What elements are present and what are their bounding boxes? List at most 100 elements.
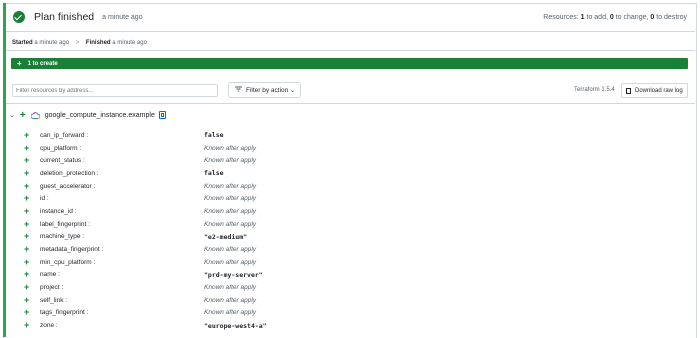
attribute-value: Known after apply (204, 258, 257, 266)
create-plus-icon: + (24, 129, 30, 140)
attribute-key: can_ip_forward : (40, 131, 89, 139)
finished-label: Finished (85, 40, 111, 46)
attribute-value: false (204, 169, 224, 178)
attribute-key: id : (40, 195, 49, 203)
plus-icon: + (17, 58, 22, 68)
terraform-version: Terraform 1.5.4 (574, 87, 615, 93)
attribute-value: Known after apply (204, 220, 257, 228)
create-plus-icon: + (24, 180, 30, 191)
attribute-key: guest_accelerator : (40, 182, 96, 190)
create-plus-icon: + (24, 282, 30, 293)
attribute-row: + metadata_fingerprint : Known after apply (24, 243, 684, 256)
download-raw-log-button[interactable]: Download raw log (621, 83, 688, 98)
resource-address: google_compute_instance.example (44, 111, 155, 119)
create-plus-icon: + (24, 155, 30, 166)
change-label: to change, (615, 13, 649, 21)
attribute-key: cpu_platform : (40, 144, 82, 152)
attribute-key: zone : (40, 322, 58, 330)
attribute-key: instance_id : (40, 207, 77, 215)
attribute-row: + guest_accelerator : Known after apply (24, 180, 684, 193)
attribute-key: min_cpu_platform : (40, 258, 96, 266)
create-plus-icon: + (24, 231, 30, 242)
filter-by-action-dropdown[interactable]: Filter by action ⌄ (228, 82, 301, 98)
plan-status-title: Plan finished (34, 11, 95, 23)
chevron-down-icon[interactable]: ⌄ (9, 111, 15, 119)
create-plus-icon: + (24, 244, 30, 255)
create-plus-icon: + (24, 256, 30, 267)
attribute-list: + can_ip_forward : false + cpu_platform : Kno… (24, 129, 684, 332)
attribute-row: + name : "prd-my-server" (24, 269, 684, 282)
create-plus-icon: + (24, 193, 30, 204)
add-label: to add, (586, 13, 608, 21)
change-count: 0 (609, 13, 614, 21)
attribute-row: + zone : "europe-west4-a" (24, 319, 684, 332)
plan-timing: Started a minute ago > Finished a minute… (12, 40, 147, 46)
attribute-row: + label_fingerprint : Known after apply (24, 218, 684, 231)
attribute-row: + project : Known after apply (24, 281, 684, 294)
attribute-key: tags_fingerprint : (40, 309, 89, 317)
attribute-row: + instance_id : Known after apply (24, 205, 684, 218)
destroy-label: to destroy (656, 13, 687, 21)
attribute-row: + current_status : Known after apply (24, 154, 684, 167)
attribute-key: project : (40, 284, 64, 292)
attribute-key: metadata_fingerprint : (40, 246, 104, 254)
attribute-row: + tags_fingerprint : Known after apply (24, 307, 684, 320)
create-plus-icon: + (24, 167, 30, 178)
plan-header[interactable]: Plan finished a minute ago Resources: 1 … (6, 3, 695, 32)
attribute-value: Known after apply (204, 157, 257, 165)
attribute-row: + can_ip_forward : false (24, 129, 684, 142)
create-summary-label: 1 to create (27, 60, 58, 67)
started-label: Started (12, 40, 33, 46)
attribute-value: "prd-my-server" (204, 270, 263, 279)
filter-resources-input[interactable] (12, 84, 218, 97)
attribute-key: label_fingerprint : (40, 220, 90, 228)
finished-time: a minute ago (112, 40, 147, 46)
create-plus-icon: + (24, 320, 30, 331)
document-icon (626, 87, 631, 94)
attribute-row: + cpu_platform : Known after apply (24, 142, 684, 155)
attribute-value: Known after apply (204, 296, 257, 304)
destroy-count: 0 (650, 13, 655, 21)
toolbar-divider (6, 103, 695, 104)
attribute-value: false (204, 131, 224, 140)
plan-status-time: a minute ago (102, 13, 143, 21)
attribute-value: Known after apply (204, 207, 257, 215)
attribute-value: Known after apply (204, 309, 257, 317)
attribute-row: + id : Known after apply (24, 192, 684, 205)
create-plus-icon: + (24, 142, 30, 153)
create-plus-icon: + (24, 218, 30, 229)
create-plus-icon: + (24, 269, 30, 280)
filter-by-action-label: Filter by action (246, 86, 289, 94)
attribute-key: name : (40, 271, 60, 279)
attribute-value: Known after apply (204, 144, 257, 152)
attribute-key: self_link : (40, 296, 68, 304)
add-count: 1 (580, 13, 585, 21)
attribute-row: + min_cpu_platform : Known after apply (24, 256, 684, 269)
attribute-key: deletion_protection : (40, 169, 99, 177)
header-divider (6, 50, 695, 51)
attribute-value: "e2-medium" (204, 232, 248, 241)
resources-summary: Resources: 1 to add, 0 to change, 0 to d… (543, 14, 687, 21)
attribute-value: Known after apply (204, 284, 257, 292)
create-plus-icon: + (24, 307, 30, 318)
timing-separator: > (75, 40, 80, 46)
resource-row[interactable]: ⌄ + google_compute_instance.example (9, 108, 166, 122)
started-time: a minute ago (34, 40, 70, 46)
copy-icon[interactable] (158, 111, 166, 119)
create-plus-icon: + (24, 294, 30, 305)
check-circle-icon (13, 11, 25, 23)
attribute-row: + deletion_protection : false (24, 167, 684, 180)
download-raw-log-label: Download raw log (635, 87, 683, 94)
attribute-value: "europe-west4-a" (204, 321, 267, 330)
attribute-key: current_status : (40, 157, 85, 165)
filter-lines-icon (235, 86, 242, 94)
attribute-row: + machine_type : "e2-medium" (24, 231, 684, 244)
attribute-value: Known after apply (204, 195, 257, 203)
create-summary-bar[interactable]: + 1 to create (11, 58, 688, 69)
create-plus-icon: + (24, 205, 30, 216)
google-cloud-icon (30, 111, 40, 119)
attribute-value: Known after apply (204, 182, 257, 190)
panel-accent-bar (3, 3, 6, 337)
attribute-value: Known after apply (204, 246, 257, 254)
create-plus-icon: + (19, 109, 26, 121)
